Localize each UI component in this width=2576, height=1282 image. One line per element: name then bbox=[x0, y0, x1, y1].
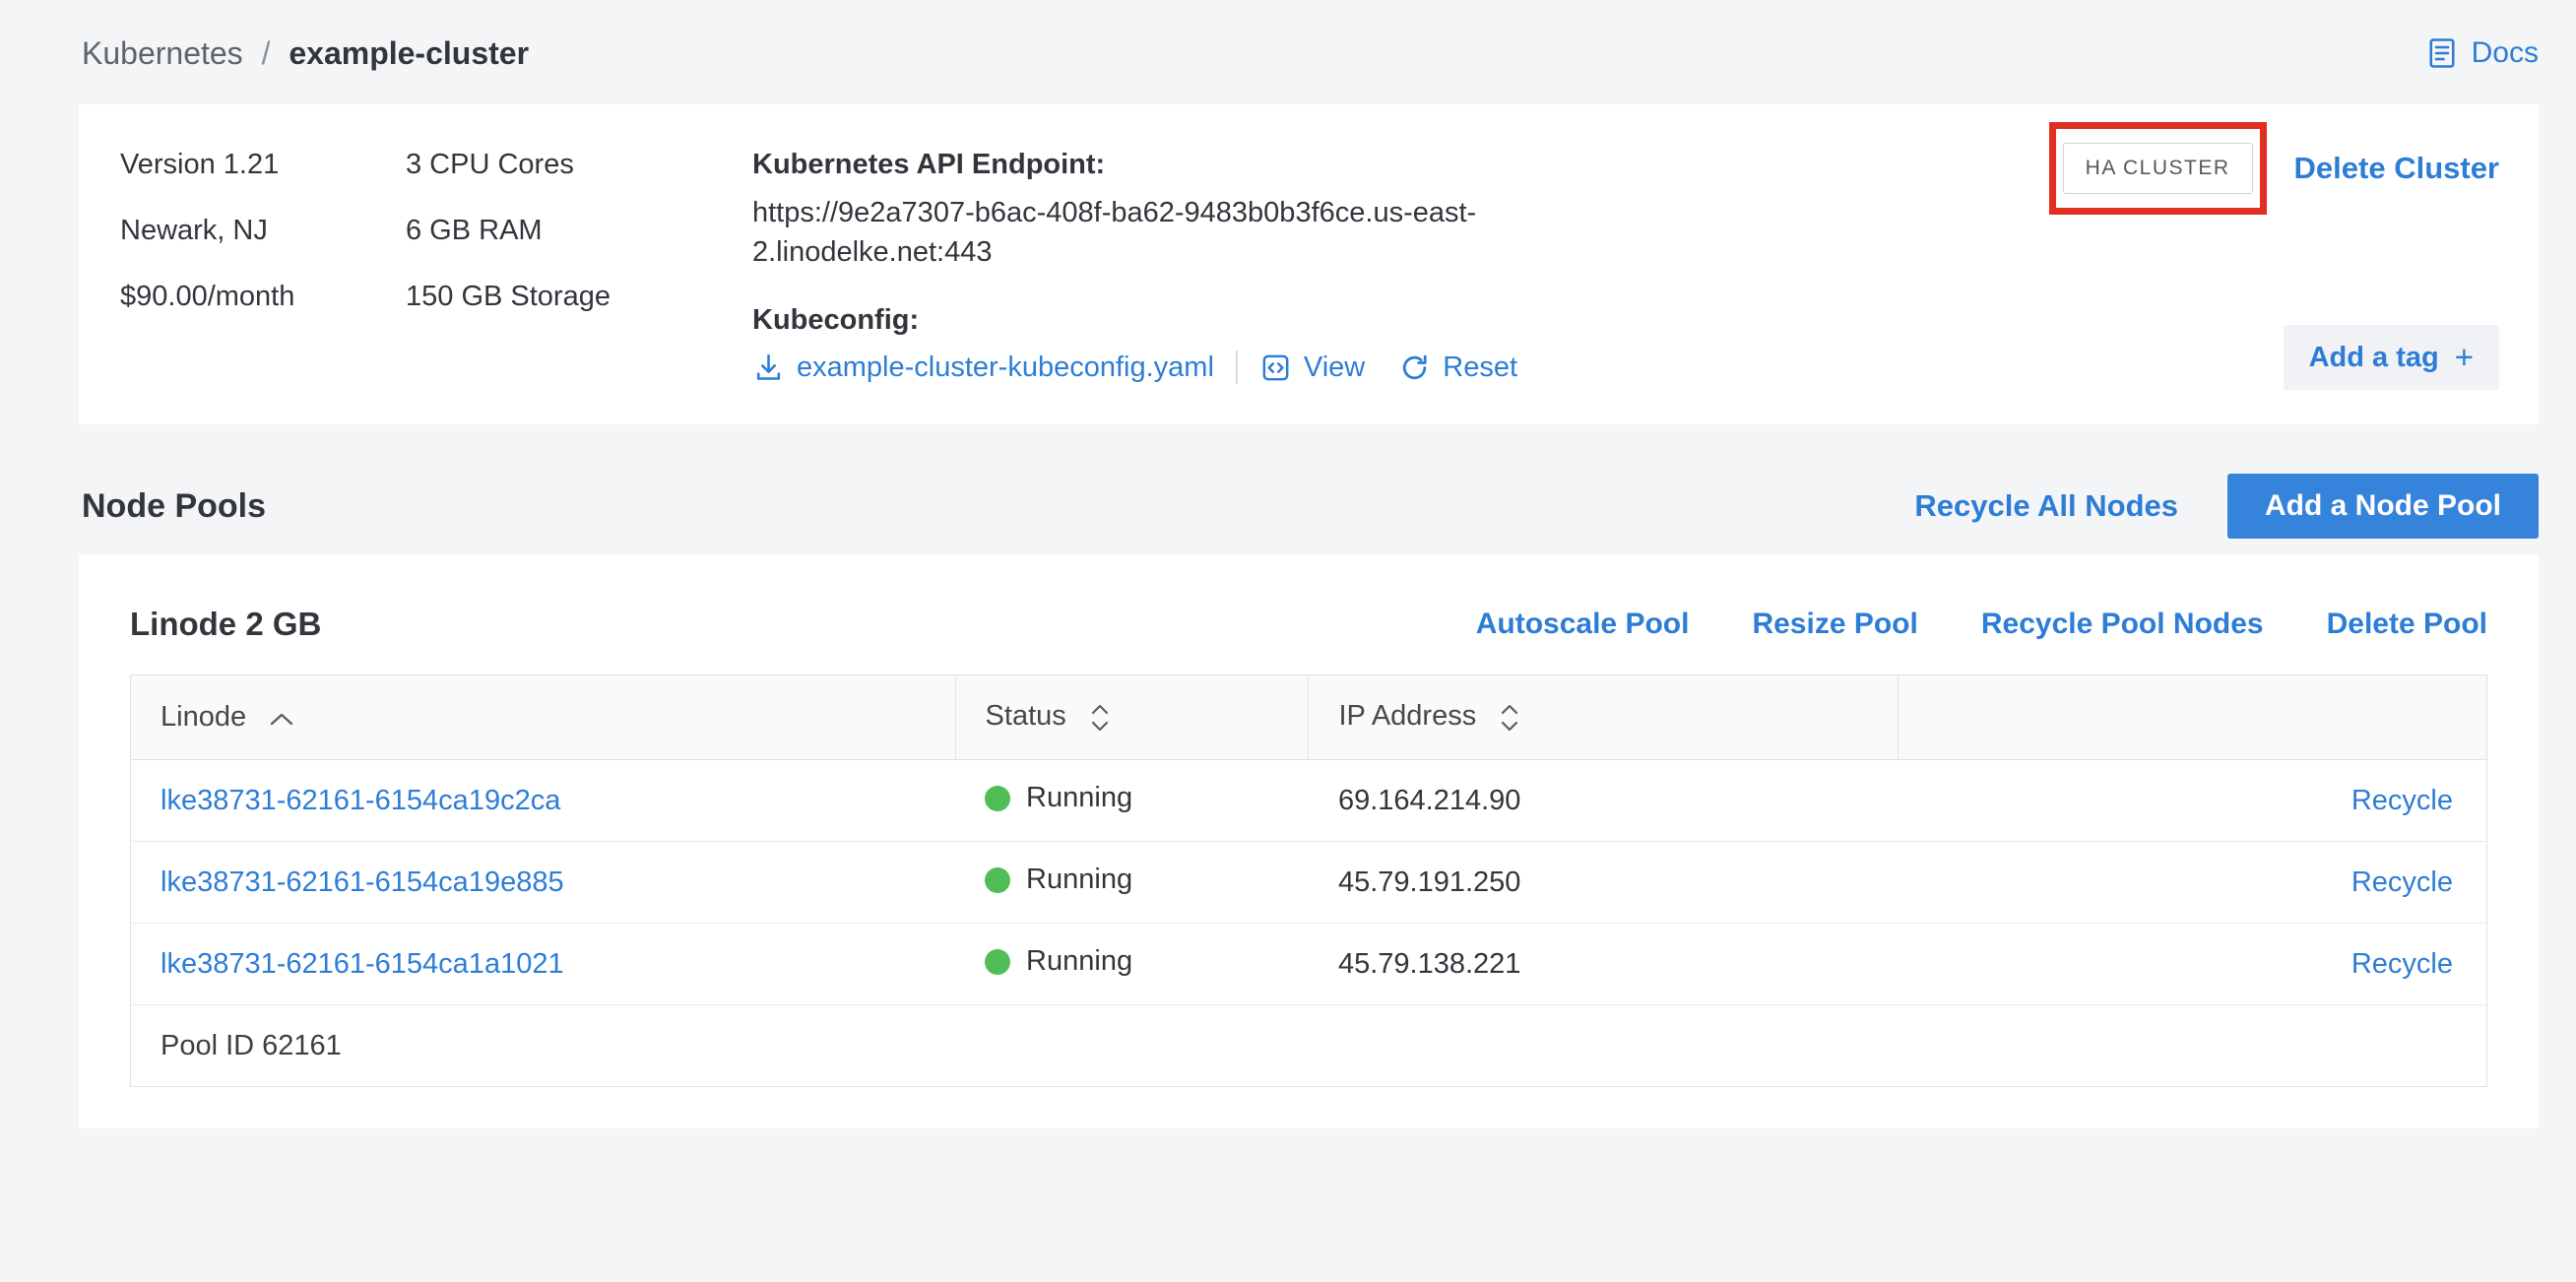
status-cell: Running bbox=[985, 782, 1132, 814]
node-ip-address: 45.79.138.221 bbox=[1309, 924, 1898, 1005]
column-header-linode-label: Linode bbox=[161, 701, 246, 733]
add-tag-button[interactable]: Add a tag + bbox=[2284, 325, 2499, 390]
pool-action-links: Autoscale Pool Resize Pool Recycle Pool … bbox=[1476, 608, 2487, 641]
node-link[interactable]: lke38731-62161-6154ca19e885 bbox=[161, 866, 564, 898]
plus-icon: + bbox=[2455, 339, 2474, 376]
view-label: View bbox=[1304, 352, 1365, 384]
download-icon bbox=[752, 351, 785, 384]
table-row: lke38731-62161-6154ca1a1021 Running 45.7… bbox=[131, 924, 2487, 1005]
page-title-cluster-name: example-cluster bbox=[289, 35, 529, 71]
pool-id-label: Pool ID 62161 bbox=[131, 1005, 2487, 1087]
summary-right-column: HA CLUSTER Delete Cluster Add a tag + bbox=[2049, 146, 2499, 390]
docs-icon bbox=[2424, 35, 2460, 71]
cluster-region: Newark, NJ bbox=[120, 212, 406, 249]
node-link[interactable]: lke38731-62161-6154ca1a1021 bbox=[161, 948, 564, 980]
status-cell: Running bbox=[985, 864, 1132, 896]
docs-label: Docs bbox=[2472, 36, 2539, 70]
node-ip-address: 69.164.214.90 bbox=[1309, 760, 1898, 842]
reset-label: Reset bbox=[1443, 352, 1517, 384]
ha-cluster-badge: HA CLUSTER bbox=[2063, 143, 2253, 194]
column-header-status[interactable]: Status bbox=[955, 675, 1309, 760]
node-pool-card: Linode 2 GB Autoscale Pool Resize Pool R… bbox=[79, 554, 2539, 1128]
kubeconfig-file-name: example-cluster-kubeconfig.yaml bbox=[797, 352, 1214, 384]
delete-pool-button[interactable]: Delete Pool bbox=[2327, 608, 2487, 641]
status-label: Running bbox=[1026, 782, 1132, 814]
column-header-linode[interactable]: Linode bbox=[131, 675, 956, 760]
kubeconfig-divider bbox=[1236, 351, 1238, 384]
cluster-cpu: 3 CPU Cores bbox=[406, 146, 752, 183]
recycle-node-button[interactable]: Recycle bbox=[2351, 866, 2453, 898]
table-footer-row: Pool ID 62161 bbox=[131, 1005, 2487, 1087]
status-running-dot-icon bbox=[985, 949, 1010, 975]
status-running-dot-icon bbox=[985, 867, 1010, 893]
node-link[interactable]: lke38731-62161-6154ca19c2ca bbox=[161, 785, 560, 816]
kubeconfig-download-link[interactable]: example-cluster-kubeconfig.yaml bbox=[752, 351, 1214, 384]
column-header-ip-address[interactable]: IP Address bbox=[1309, 675, 1898, 760]
recycle-all-nodes-button[interactable]: Recycle All Nodes bbox=[1914, 488, 2178, 524]
sort-ascending-icon bbox=[268, 701, 295, 733]
ha-cluster-annotation-highlight: HA CLUSTER bbox=[2049, 122, 2267, 215]
recycle-pool-nodes-button[interactable]: Recycle Pool Nodes bbox=[1981, 608, 2264, 641]
cluster-actions-row: HA CLUSTER Delete Cluster bbox=[2049, 122, 2499, 215]
kubeconfig-row: example-cluster-kubeconfig.yaml View bbox=[752, 351, 1530, 384]
view-kubeconfig-link[interactable]: View bbox=[1259, 351, 1365, 384]
cluster-summary-card: Version 1.21 Newark, NJ $90.00/month 3 C… bbox=[79, 104, 2539, 424]
reset-kubeconfig-link[interactable]: Reset bbox=[1398, 351, 1517, 384]
pool-name: Linode 2 GB bbox=[130, 606, 321, 643]
spec-column-2: 3 CPU Cores 6 GB RAM 150 GB Storage bbox=[406, 146, 752, 390]
node-ip-address: 45.79.191.250 bbox=[1309, 842, 1898, 924]
topbar: Kubernetes / example-cluster Docs bbox=[79, 28, 2539, 79]
recycle-node-button[interactable]: Recycle bbox=[2351, 948, 2453, 980]
page: Kubernetes / example-cluster Docs Versio… bbox=[0, 0, 2576, 1128]
sort-toggle-icon bbox=[1088, 700, 1112, 732]
spec-column-1: Version 1.21 Newark, NJ $90.00/month bbox=[120, 146, 406, 390]
add-tag-label: Add a tag bbox=[2309, 342, 2439, 374]
status-cell: Running bbox=[985, 945, 1132, 978]
cluster-version: Version 1.21 bbox=[120, 146, 406, 183]
code-view-icon bbox=[1259, 351, 1292, 384]
column-header-status-label: Status bbox=[986, 700, 1066, 732]
api-endpoint-label: Kubernetes API Endpoint: bbox=[752, 146, 1530, 183]
delete-cluster-button[interactable]: Delete Cluster bbox=[2294, 151, 2499, 186]
cluster-ram: 6 GB RAM bbox=[406, 212, 752, 249]
column-header-actions bbox=[1898, 675, 2486, 760]
pool-head: Linode 2 GB Autoscale Pool Resize Pool R… bbox=[130, 606, 2487, 643]
resize-pool-button[interactable]: Resize Pool bbox=[1752, 608, 1917, 641]
docs-link[interactable]: Docs bbox=[2424, 35, 2539, 71]
cluster-storage: 150 GB Storage bbox=[406, 278, 752, 315]
table-row: lke38731-62161-6154ca19e885 Running 45.7… bbox=[131, 842, 2487, 924]
column-header-ip-label: IP Address bbox=[1338, 700, 1476, 732]
kubeconfig-label: Kubeconfig: bbox=[752, 301, 1530, 339]
node-table-header-row: Linode Status IP Address bbox=[131, 675, 2487, 760]
recycle-node-button[interactable]: Recycle bbox=[2351, 785, 2453, 816]
add-node-pool-button[interactable]: Add a Node Pool bbox=[2227, 474, 2539, 539]
api-endpoint-url: https://9e2a7307-b6ac-408f-ba62-9483b0b3… bbox=[752, 193, 1496, 272]
node-pools-actions: Recycle All Nodes Add a Node Pool bbox=[1914, 474, 2539, 539]
status-label: Running bbox=[1026, 864, 1132, 896]
autoscale-pool-button[interactable]: Autoscale Pool bbox=[1476, 608, 1690, 641]
breadcrumb-kubernetes-link[interactable]: Kubernetes bbox=[82, 35, 243, 71]
node-pools-header: Node Pools Recycle All Nodes Add a Node … bbox=[79, 474, 2539, 539]
status-running-dot-icon bbox=[985, 786, 1010, 811]
table-row: lke38731-62161-6154ca19c2ca Running 69.1… bbox=[131, 760, 2487, 842]
status-label: Running bbox=[1026, 945, 1132, 978]
breadcrumb-divider: / bbox=[262, 35, 271, 71]
reset-icon bbox=[1398, 351, 1431, 384]
node-pools-title: Node Pools bbox=[79, 487, 266, 526]
node-table: Linode Status IP Address bbox=[130, 674, 2487, 1087]
cluster-price: $90.00/month bbox=[120, 278, 406, 315]
endpoint-column: Kubernetes API Endpoint: https://9e2a730… bbox=[752, 146, 1530, 390]
breadcrumb: Kubernetes / example-cluster bbox=[82, 35, 529, 72]
sort-toggle-icon bbox=[1498, 700, 1521, 732]
